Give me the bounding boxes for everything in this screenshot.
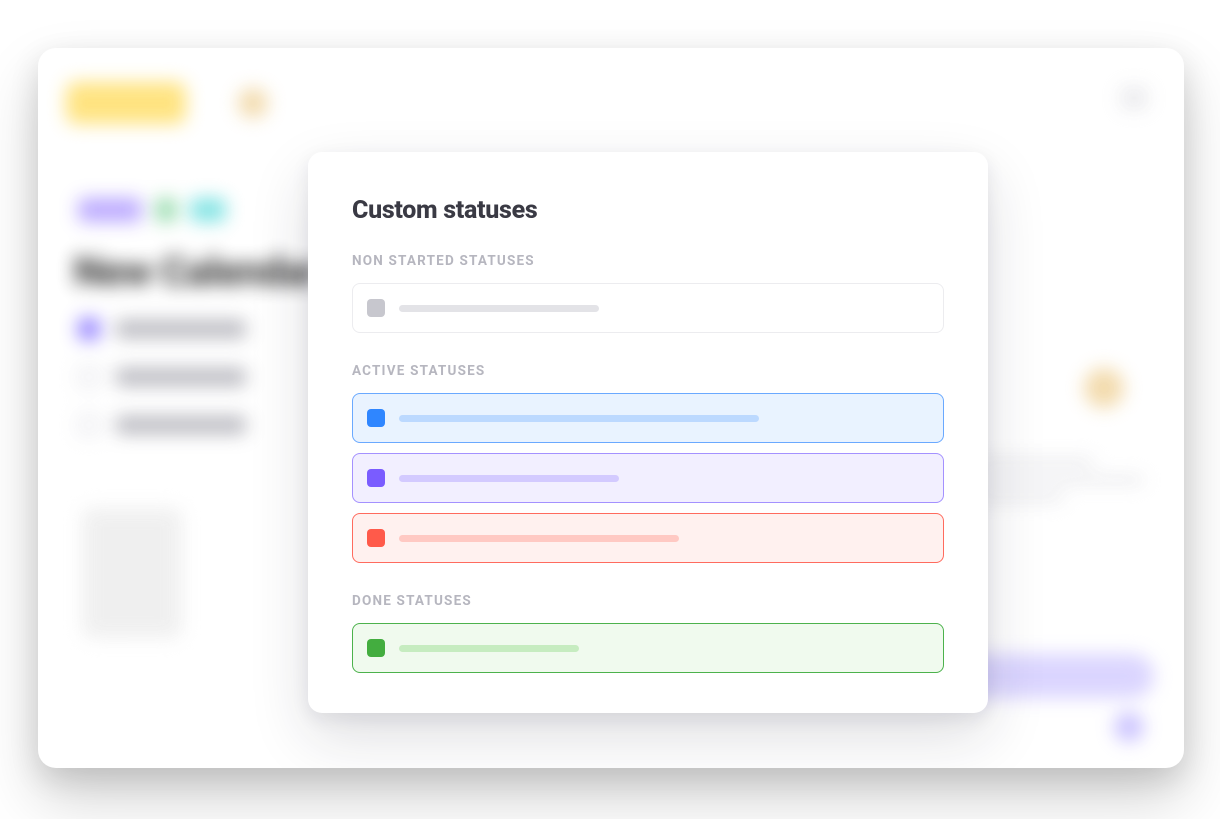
avatar[interactable] (1084, 368, 1124, 408)
status-color-swatch[interactable] (367, 469, 385, 487)
checkbox-icon[interactable] (78, 366, 100, 388)
custom-statuses-modal: Custom statuses NON STARTED STATUSES ACT… (308, 152, 988, 713)
list-item[interactable] (78, 366, 246, 388)
modal-title: Custom statuses (352, 196, 944, 225)
menu-icon[interactable] (1120, 88, 1148, 108)
checkbox-icon[interactable] (78, 318, 100, 340)
status-row[interactable] (352, 393, 944, 443)
list-item[interactable] (78, 414, 246, 436)
card-placeholder (82, 508, 182, 638)
chip[interactable] (78, 198, 142, 222)
status-name-placeholder (399, 305, 599, 312)
app-window: New Calendar Custom statuses NON STARTED… (38, 48, 1184, 768)
status-name-placeholder (399, 535, 679, 542)
status-name-placeholder (399, 415, 759, 422)
checklist (78, 318, 246, 436)
status-row[interactable] (352, 623, 944, 673)
section-label: DONE STATUSES (352, 593, 944, 609)
status-group-non-started: NON STARTED STATUSES (352, 253, 944, 333)
chip[interactable] (190, 198, 226, 222)
list-item[interactable] (78, 318, 246, 340)
status-row[interactable] (352, 453, 944, 503)
checkbox-icon[interactable] (78, 414, 100, 436)
view-chips (78, 198, 226, 222)
section-label: NON STARTED STATUSES (352, 253, 944, 269)
details-placeholder (974, 458, 1154, 518)
status-name-placeholder (399, 645, 579, 652)
fab-button[interactable] (1114, 712, 1144, 742)
status-color-swatch[interactable] (367, 299, 385, 317)
avatar[interactable] (238, 88, 268, 118)
status-color-swatch[interactable] (367, 409, 385, 427)
status-row[interactable] (352, 513, 944, 563)
status-group-active: ACTIVE STATUSES (352, 363, 944, 563)
page-title: New Calendar (74, 248, 318, 295)
status-group-done: DONE STATUSES (352, 593, 944, 673)
status-name-placeholder (399, 475, 619, 482)
status-row[interactable] (352, 283, 944, 333)
status-color-swatch[interactable] (367, 639, 385, 657)
status-color-swatch[interactable] (367, 529, 385, 547)
chip[interactable] (156, 198, 176, 222)
new-button[interactable] (66, 82, 186, 124)
section-label: ACTIVE STATUSES (352, 363, 944, 379)
